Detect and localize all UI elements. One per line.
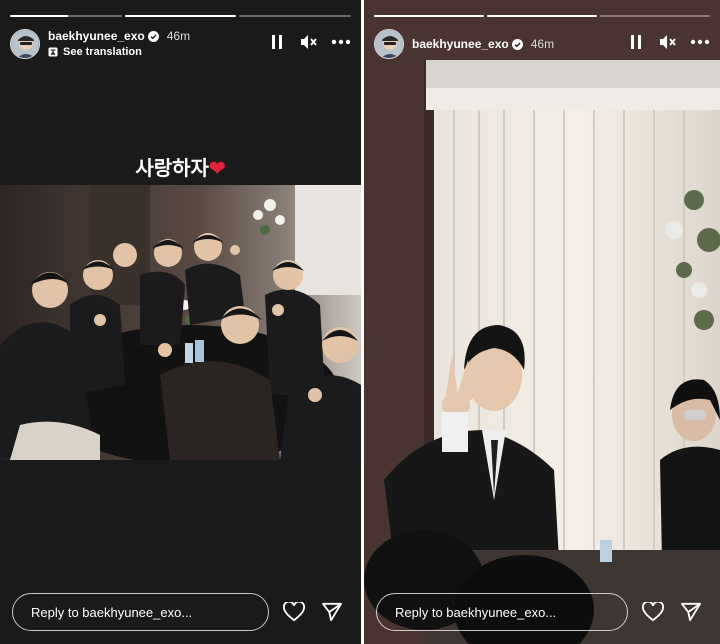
post-time: 46m xyxy=(166,29,191,43)
verified-icon xyxy=(147,30,159,42)
send-icon[interactable] xyxy=(680,602,702,622)
stage-photo xyxy=(364,0,720,644)
story-progress-bar xyxy=(10,15,352,17)
pause-button[interactable] xyxy=(267,32,287,52)
see-translation-label: See translation xyxy=(63,46,142,58)
caption-heart-emoji: ❤ xyxy=(208,158,226,180)
progress-segment xyxy=(124,15,237,17)
progress-segment xyxy=(10,15,122,17)
story-panel-right[interactable]: baekhyunee_exo 46m Reply to baekhyunee_e… xyxy=(364,0,720,644)
story-caption: 사랑하자❤ xyxy=(0,152,361,181)
mute-button[interactable] xyxy=(299,32,319,52)
pause-button[interactable] xyxy=(626,32,646,52)
more-options-button[interactable] xyxy=(690,32,710,52)
more-options-button[interactable] xyxy=(331,32,351,52)
see-translation-link[interactable]: See translation xyxy=(48,46,190,58)
pause-icon xyxy=(272,35,282,49)
mute-icon xyxy=(660,35,676,49)
group-photo xyxy=(0,185,361,460)
more-icon xyxy=(690,39,710,45)
mute-icon xyxy=(301,35,317,49)
story-panel-left[interactable]: baekhyunee_exo 46m See translation 사랑하자❤ xyxy=(0,0,361,644)
reply-placeholder: Reply to baekhyunee_exo... xyxy=(31,604,193,620)
reply-input[interactable]: Reply to baekhyunee_exo... xyxy=(376,593,628,631)
more-icon xyxy=(331,39,351,45)
translate-icon xyxy=(48,47,58,57)
progress-segment xyxy=(487,15,597,17)
progress-segment xyxy=(374,15,484,17)
reply-input[interactable]: Reply to baekhyunee_exo... xyxy=(12,593,269,631)
reply-bar: Reply to baekhyunee_exo... xyxy=(12,593,349,631)
progress-segment xyxy=(600,15,710,17)
pause-icon xyxy=(631,35,641,49)
story-header: baekhyunee_exo 46m xyxy=(374,27,710,63)
story-progress-bar xyxy=(374,15,710,17)
send-icon[interactable] xyxy=(321,602,343,622)
mute-button[interactable] xyxy=(658,32,678,52)
post-time: 46m xyxy=(530,37,555,51)
reply-placeholder: Reply to baekhyunee_exo... xyxy=(395,604,557,620)
reply-bar: Reply to baekhyunee_exo... xyxy=(376,593,708,631)
username[interactable]: baekhyunee_exo xyxy=(48,29,145,43)
story-header: baekhyunee_exo 46m See translation xyxy=(10,27,351,63)
heart-icon[interactable] xyxy=(642,602,664,622)
progress-segment xyxy=(239,15,352,17)
caption-text: 사랑하자 xyxy=(135,158,209,180)
heart-icon[interactable] xyxy=(283,602,305,622)
username[interactable]: baekhyunee_exo xyxy=(412,37,509,51)
avatar[interactable] xyxy=(10,29,40,59)
verified-icon xyxy=(511,38,523,50)
avatar[interactable] xyxy=(374,29,404,59)
